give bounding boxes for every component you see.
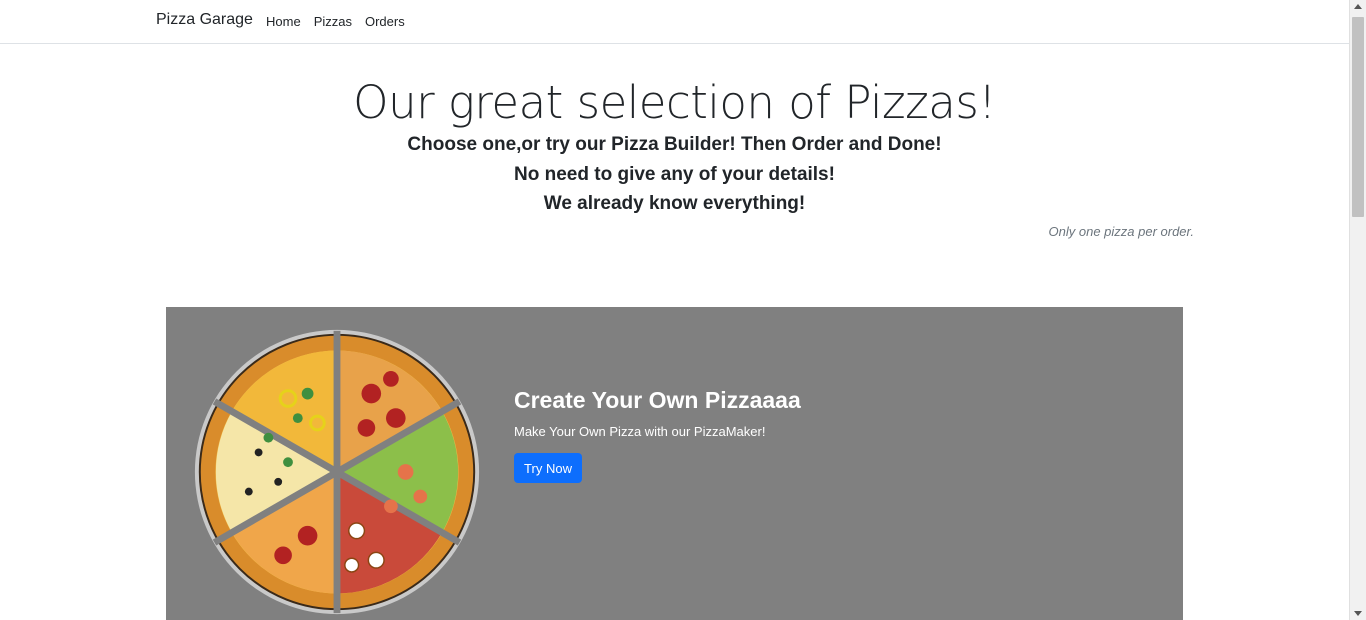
- card-text: Make Your Own Pizza with our PizzaMaker!: [514, 424, 766, 439]
- nav-link-home[interactable]: Home: [266, 14, 301, 29]
- scroll-up-arrow-icon[interactable]: [1354, 4, 1362, 9]
- hero-line-2: No need to give any of your details!: [514, 163, 835, 185]
- pizza-maker-card: Create Your Own Pizzaaaa Make Your Own P…: [166, 307, 1183, 620]
- navbar: Pizza Garage Home Pizzas Orders: [0, 0, 1349, 44]
- card-title: Create Your Own Pizzaaaa: [514, 387, 801, 413]
- page-title: Our great selection of Pizzas!: [353, 76, 996, 129]
- try-now-button[interactable]: Try Now: [514, 453, 582, 483]
- vertical-scrollbar[interactable]: [1349, 0, 1366, 620]
- scroll-down-arrow-icon[interactable]: [1354, 611, 1362, 616]
- nav-link-pizzas[interactable]: Pizzas: [314, 14, 352, 29]
- nav-links: Home Pizzas Orders: [266, 14, 405, 29]
- brand-link[interactable]: Pizza Garage: [156, 11, 253, 29]
- scrollbar-thumb[interactable]: [1352, 17, 1364, 217]
- order-note: Only one pizza per order.: [1048, 224, 1194, 239]
- hero-line-1: Choose one,or try our Pizza Builder! The…: [407, 134, 942, 155]
- hero-section: Our great selection of Pizzas! Choose on…: [0, 78, 1349, 219]
- nav-link-orders[interactable]: Orders: [365, 14, 405, 29]
- pizza-illustration: [194, 329, 480, 615]
- hero-line-3: We already know everything!: [543, 193, 806, 214]
